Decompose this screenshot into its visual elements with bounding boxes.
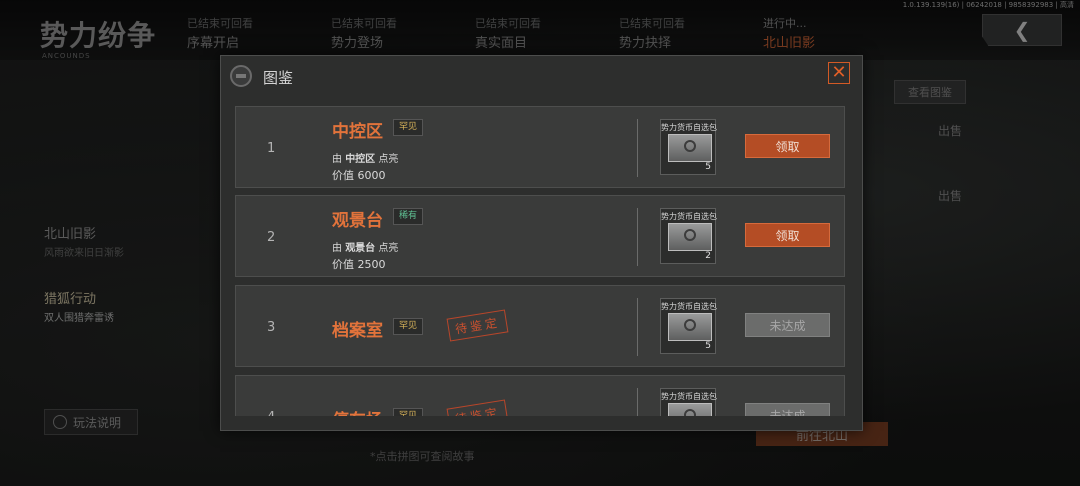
reward-item[interactable]: 势力货币自选包: [660, 388, 717, 416]
modal-header: 图鉴 ✕: [221, 56, 862, 96]
pending-stamp: 待鉴定: [446, 399, 509, 416]
currency-pack-icon: [668, 313, 712, 341]
row-index: 3: [267, 320, 276, 335]
reward-name: 势力货币自选包: [661, 302, 717, 311]
atlas-row: 1 中控区 罕见 由 中控区 点亮 价值 6000 势力货币自选包 5 领取: [235, 106, 845, 188]
location-name: 观景台: [332, 211, 383, 231]
claim-button[interactable]: 领取: [745, 223, 830, 247]
atlas-modal: 图鉴 ✕ 1 中控区 罕见 由 中控区 点亮 价值 6000 势力货币自选包 5…: [220, 55, 863, 431]
desc-location: 观景台: [345, 243, 376, 254]
reward-name: 势力货币自选包: [661, 212, 717, 221]
desc-prefix: 由: [332, 243, 342, 254]
reward-name: 势力货币自选包: [661, 123, 717, 132]
close-x-icon: ✕: [831, 62, 847, 83]
rarity-badge: 稀有: [393, 208, 424, 225]
atlas-list[interactable]: 1 中控区 罕见 由 中控区 点亮 价值 6000 势力货币自选包 5 领取 2…: [235, 106, 845, 416]
close-button[interactable]: ✕: [828, 62, 850, 84]
row-index: 1: [267, 141, 276, 156]
atlas-emblem-icon: [230, 65, 252, 87]
desc-suffix: 点亮: [378, 243, 399, 254]
pending-stamp: 待鉴定: [446, 309, 509, 342]
value-text: 价值 6000: [332, 169, 386, 182]
rarity-badge: 罕见: [393, 408, 424, 416]
claim-button[interactable]: 领取: [745, 134, 830, 158]
location-name: 中控区: [332, 122, 383, 142]
row-divider: [637, 388, 638, 416]
modal-title: 图鉴: [263, 69, 294, 87]
locked-button[interactable]: 未达成: [745, 403, 830, 416]
reward-count: 5: [705, 162, 711, 172]
desc-prefix: 由: [332, 154, 342, 165]
location-name: 停车场: [332, 406, 383, 416]
atlas-row: 2 观景台 稀有 由 观景台 点亮 价值 2500 势力货币自选包 2 领取: [235, 195, 845, 277]
desc-suffix: 点亮: [378, 154, 399, 165]
row-divider: [637, 208, 638, 266]
currency-pack-icon: [668, 134, 712, 162]
reward-item[interactable]: 势力货币自选包 5: [660, 119, 717, 175]
reward-item[interactable]: 势力货币自选包 2: [660, 208, 717, 264]
location-name: 档案室: [332, 321, 383, 341]
currency-pack-icon: [668, 403, 712, 416]
row-index: 2: [267, 230, 276, 245]
reward-count: 5: [705, 341, 711, 351]
reward-name: 势力货币自选包: [661, 392, 717, 401]
desc-location: 中控区: [345, 154, 376, 165]
unlock-desc: 由 观景台 点亮: [332, 239, 398, 254]
unlock-desc: 由 中控区 点亮: [332, 150, 398, 165]
reward-count: 2: [705, 251, 711, 261]
locked-button[interactable]: 未达成: [745, 313, 830, 337]
atlas-row: 3 档案室 罕见 待鉴定 势力货币自选包 5 未达成: [235, 285, 845, 367]
atlas-row: 4 停车场 罕见 待鉴定 势力货币自选包 未达成: [235, 375, 845, 416]
rarity-badge: 罕见: [393, 318, 424, 335]
reward-item[interactable]: 势力货币自选包 5: [660, 298, 717, 354]
value-text: 价值 2500: [332, 258, 386, 271]
row-divider: [637, 119, 638, 177]
currency-pack-icon: [668, 223, 712, 251]
row-divider: [637, 298, 638, 356]
row-index: 4: [267, 410, 275, 416]
rarity-badge: 罕见: [393, 119, 424, 136]
